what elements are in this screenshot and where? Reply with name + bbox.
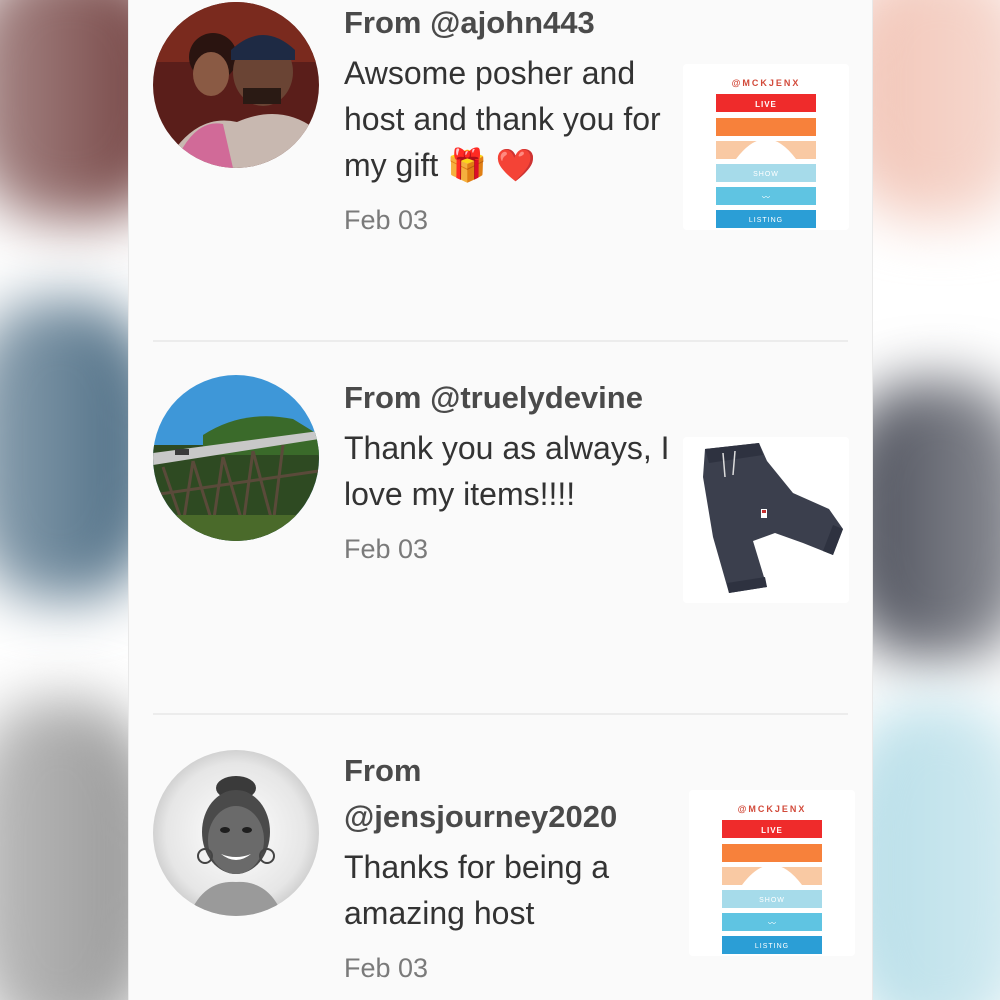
feedback-message: Awsome posher and host and thank you for… [344, 55, 661, 183]
avatar-photo [153, 375, 319, 541]
avatar[interactable] [153, 750, 319, 916]
live-show-listing-graphic: @MCKJENX LIVE SHOW 〰 LISTING [689, 790, 855, 956]
live-show-listing-graphic: @MCKJENX LIVE SHOW 〰 LISTING [683, 64, 849, 230]
avatar-photo [153, 2, 319, 168]
listing-thumbnail[interactable]: @MCKJENX LIVE SHOW 〰 LISTING [683, 64, 849, 230]
avatar-photo [153, 750, 319, 916]
thumb-handle: @MCKJENX [732, 78, 801, 88]
listing-thumbnail[interactable] [683, 437, 849, 603]
thumb-wave: 〰 [768, 919, 776, 928]
avatar[interactable] [153, 2, 319, 168]
divider [153, 713, 848, 715]
thumb-handle: @MCKJENX [738, 804, 807, 814]
feedback-date: Feb 03 [344, 953, 429, 983]
thumb-live: LIVE [755, 100, 777, 109]
feedback-message: Thanks for being a amazing host [344, 849, 610, 931]
from-username[interactable]: From @ajohn443 [344, 0, 674, 46]
avatar[interactable] [153, 375, 319, 541]
jogger-pants-photo [683, 437, 849, 603]
feedback-feed: From @ajohn443 Awsome posher and host an… [128, 0, 873, 1000]
from-username[interactable]: From @jensjourney2020 [344, 748, 674, 840]
thumb-show: SHOW [759, 897, 785, 904]
feedback-date: Feb 03 [344, 534, 429, 564]
thumb-live: LIVE [761, 826, 783, 835]
from-username[interactable]: From @truelydevine [344, 375, 674, 421]
thumb-wave: 〰 [762, 193, 770, 202]
feedback-date: Feb 03 [344, 205, 429, 235]
feedback-message: Thank you as always, I love my items!!!! [344, 430, 670, 512]
divider [153, 340, 848, 342]
thumb-show: SHOW [753, 171, 779, 178]
thumb-listing: LISTING [755, 943, 789, 950]
thumb-listing: LISTING [749, 217, 783, 224]
listing-thumbnail[interactable]: @MCKJENX LIVE SHOW 〰 LISTING [689, 790, 855, 956]
